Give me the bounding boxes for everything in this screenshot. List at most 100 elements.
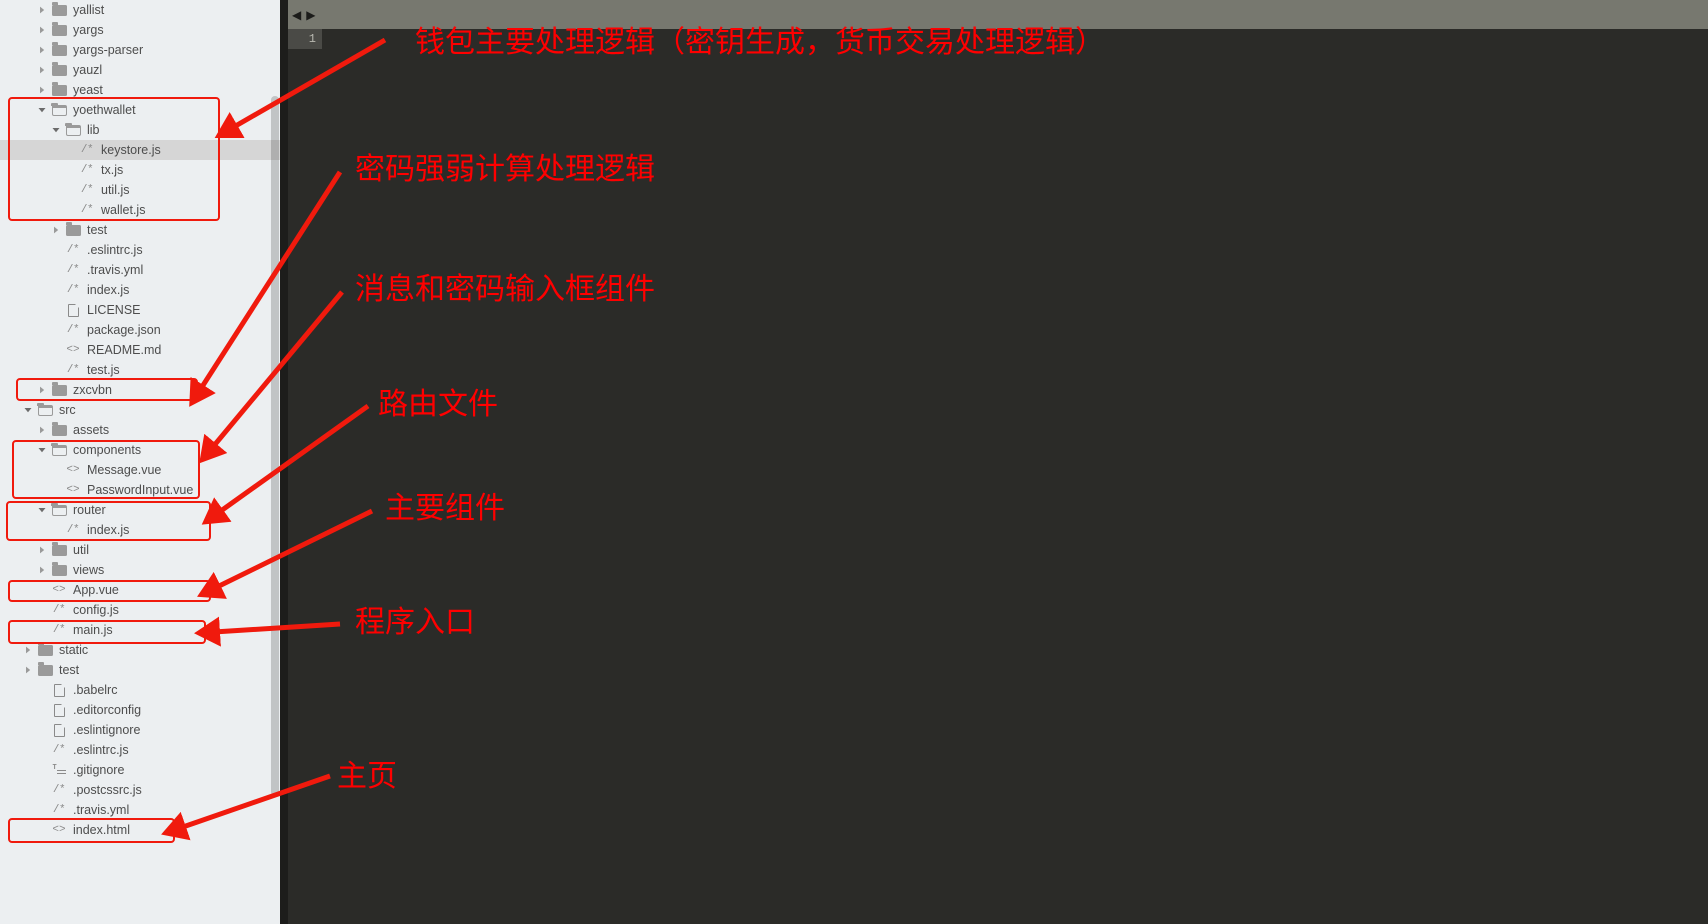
chevron-down-icon[interactable] [22, 400, 34, 420]
folder-open-icon [48, 440, 70, 460]
code-file-icon: <> [52, 824, 66, 836]
folder-icon [48, 560, 70, 580]
tree-item-test-js[interactable]: /* test.js [0, 360, 280, 380]
tree-item-yoethwallet[interactable]: yoethwallet [0, 100, 280, 120]
tree-item-components[interactable]: components [0, 440, 280, 460]
chevron-down-icon[interactable] [36, 500, 48, 520]
folder-icon [34, 640, 56, 660]
tree-item-label: components [73, 443, 142, 457]
tree-item-assets[interactable]: assets [0, 420, 280, 440]
tree-item-index-js[interactable]: /* index.js [0, 520, 280, 540]
editor-pane[interactable]: ◀ ▶ 1 [288, 0, 1708, 924]
chevron-right-icon[interactable]: ▶ [306, 9, 315, 21]
tree-item-message-vue[interactable]: <> Message.vue [0, 460, 280, 480]
tree-item-label: config.js [73, 603, 119, 617]
tree-item-travis-yml[interactable]: /* .travis.yml [0, 800, 280, 820]
tree-item-gitignore[interactable]: T .gitignore [0, 760, 280, 780]
chevron-down-icon[interactable] [36, 100, 48, 120]
tree-item-package-json[interactable]: /* package.json [0, 320, 280, 340]
tree-item-yargs[interactable]: yargs [0, 20, 280, 40]
tree-item-eslintignore[interactable]: .eslintignore [0, 720, 280, 740]
js-file-icon: /* [80, 184, 94, 196]
tree-item-static[interactable]: static [0, 640, 280, 660]
js-file-icon: /* [52, 624, 66, 636]
chevron-right-icon[interactable] [36, 20, 48, 40]
tree-item-label: static [59, 643, 89, 657]
tree-item-label: tx.js [101, 163, 124, 177]
tree-item-label: .travis.yml [73, 803, 130, 817]
tree-item-index-html[interactable]: <> index.html [0, 820, 280, 840]
file-icon [48, 680, 70, 700]
tree-item-babelrc[interactable]: .babelrc [0, 680, 280, 700]
chevron-right-icon[interactable] [36, 560, 48, 580]
sidebar-scrollbar-track[interactable] [270, 0, 280, 924]
chevron-right-icon[interactable] [36, 40, 48, 60]
sidebar-scrollbar-thumb[interactable] [271, 96, 279, 796]
tree-item-label: yeast [73, 83, 103, 97]
chevron-down-icon[interactable] [36, 440, 48, 460]
tree-item-app-vue[interactable]: <> App.vue [0, 580, 280, 600]
chevron-down-icon[interactable] [50, 120, 62, 140]
code-file-icon: <> [66, 484, 80, 496]
tree-item-yauzl[interactable]: yauzl [0, 60, 280, 80]
chevron-right-icon[interactable] [36, 0, 48, 20]
tree-item-label: .eslintrc.js [73, 743, 129, 757]
tree-item-config-js[interactable]: /* config.js [0, 600, 280, 620]
tree-item-views[interactable]: views [0, 560, 280, 580]
tree-item-yargs-parser[interactable]: yargs-parser [0, 40, 280, 60]
tree-item-label: assets [73, 423, 110, 437]
chevron-right-icon[interactable] [22, 640, 34, 660]
chevron-right-icon[interactable] [36, 60, 48, 80]
tree-item-src[interactable]: src [0, 400, 280, 420]
tree-item-yallist[interactable]: yallist [0, 0, 280, 20]
tree-item-test[interactable]: test [0, 220, 280, 240]
tree-item-test[interactable]: test [0, 660, 280, 680]
chevron-right-icon[interactable] [36, 80, 48, 100]
tree-item-router[interactable]: router [0, 500, 280, 520]
line-number-gutter: 1 [288, 29, 322, 49]
file-explorer[interactable]: yallist yargs yargs-parser yauzl yeast yoethw… [0, 0, 280, 924]
tree-item-readme-md[interactable]: <> README.md [0, 340, 280, 360]
tree-item-passwordinput-vue[interactable]: <> PasswordInput.vue [0, 480, 280, 500]
tree-item-travis-yml[interactable]: /* .travis.yml [0, 260, 280, 280]
chevron-right-icon[interactable] [50, 220, 62, 240]
tree-item-license[interactable]: LICENSE [0, 300, 280, 320]
tree-item-label: PasswordInput.vue [87, 483, 194, 497]
chevron-right-icon[interactable] [22, 660, 34, 680]
tree-item-label: test [87, 223, 108, 237]
tree-item-eslintrc-js[interactable]: /* .eslintrc.js [0, 740, 280, 760]
tree-item-label: util [73, 543, 89, 557]
tree-item-main-js[interactable]: /* main.js [0, 620, 280, 640]
js-file-icon: /* [66, 264, 80, 276]
tree-item-zxcvbn[interactable]: zxcvbn [0, 380, 280, 400]
file-tree[interactable]: yallist yargs yargs-parser yauzl yeast yoethw… [0, 0, 280, 840]
tree-item-index-js[interactable]: /* index.js [0, 280, 280, 300]
tree-item-eslintrc-js[interactable]: /* .eslintrc.js [0, 240, 280, 260]
tree-item-tx-js[interactable]: /* tx.js [0, 160, 280, 180]
editor-tab-bar[interactable]: ◀ ▶ [288, 0, 1708, 29]
chevron-right-icon[interactable] [36, 420, 48, 440]
folder-icon [34, 660, 56, 680]
tree-item-yeast[interactable]: yeast [0, 80, 280, 100]
tree-item-util[interactable]: util [0, 540, 280, 560]
tree-item-util-js[interactable]: /* util.js [0, 180, 280, 200]
tree-item-editorconfig[interactable]: .editorconfig [0, 700, 280, 720]
tree-item-wallet-js[interactable]: /* wallet.js [0, 200, 280, 220]
folder-open-icon [48, 100, 70, 120]
tree-item-postcssrc-js[interactable]: /* .postcssrc.js [0, 780, 280, 800]
chevron-right-icon[interactable] [36, 380, 48, 400]
chevron-right-icon[interactable] [36, 540, 48, 560]
js-file-icon: /* [66, 284, 80, 296]
tree-item-lib[interactable]: lib [0, 120, 280, 140]
js-file-icon: /* [52, 784, 66, 796]
chevron-left-icon[interactable]: ◀ [292, 9, 301, 21]
tree-item-keystore-js[interactable]: /* keystore.js [0, 140, 280, 160]
